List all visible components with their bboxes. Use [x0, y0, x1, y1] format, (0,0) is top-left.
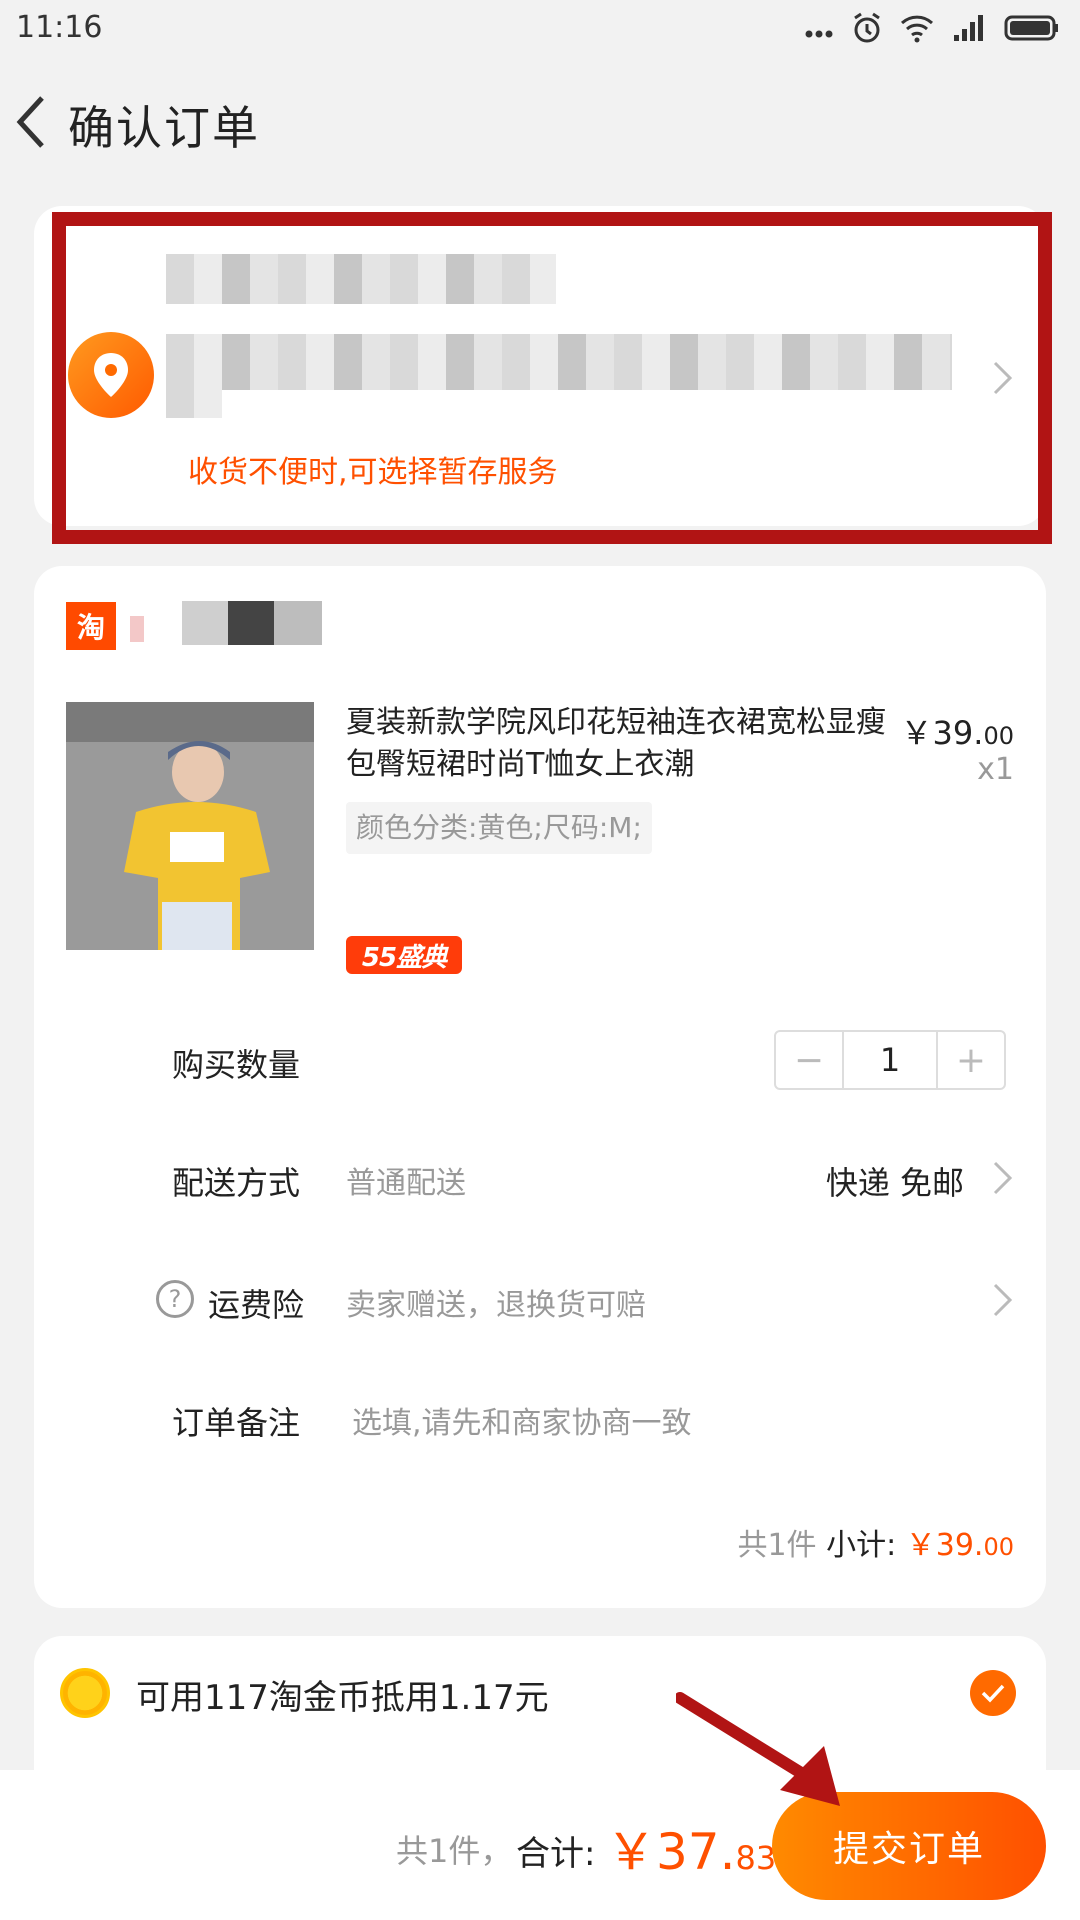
- subtotal-label: 小计:: [816, 1528, 906, 1563]
- note-label: 订单备注: [172, 1404, 301, 1442]
- chevron-right-icon[interactable]: [992, 1160, 1014, 1196]
- battery-icon: [1004, 15, 1058, 41]
- coin-icon: [60, 1668, 110, 1718]
- taobao-shop-icon: 淘: [66, 602, 116, 650]
- product-price-cents: 00: [983, 722, 1014, 750]
- subtotal-count: 共1件: [737, 1528, 817, 1563]
- product-price-main: ￥39.: [900, 714, 984, 752]
- insurance-value[interactable]: 卖家赠送，退换货可赔: [346, 1280, 646, 1324]
- arrow-annotation: [676, 1692, 840, 1806]
- product-sku[interactable]: 颜色分类:黄色;尺码:M;: [346, 802, 652, 854]
- coin-text: 可用117淘金币抵用1.17元: [136, 1678, 549, 1718]
- decrement-button[interactable]: −: [776, 1032, 842, 1088]
- alarm-icon: [854, 12, 880, 43]
- status-time: 11:16: [16, 10, 103, 45]
- page-title: 确认订单: [68, 101, 260, 155]
- back-icon[interactable]: [12, 92, 52, 152]
- status-icons: [804, 8, 1060, 48]
- total-amount: ￥37.83: [606, 1812, 776, 1884]
- product-title[interactable]: 夏装新款学院风印花短袖连衣裙宽松显瘦包臀短裙时尚T恤女上衣潮: [346, 702, 886, 786]
- product-image[interactable]: [66, 702, 314, 950]
- status-bar: 11:16: [0, 0, 1080, 56]
- total-count: 共1件，: [396, 1832, 513, 1870]
- promo-badge: 55盛典: [346, 936, 462, 974]
- wifi-icon: [900, 15, 934, 43]
- shop-name-redacted[interactable]: [182, 601, 322, 645]
- shipping-value[interactable]: 快递 免邮: [826, 1158, 964, 1204]
- product-price: ￥39.00: [901, 708, 1014, 754]
- product-quantity: x1: [977, 752, 1014, 787]
- subtotal: 共1件 小计: ￥39.00: [737, 1520, 1014, 1564]
- total-label: 合计:: [516, 1834, 596, 1874]
- signal-icon: [954, 15, 983, 41]
- increment-button[interactable]: +: [938, 1032, 1004, 1088]
- quantity-label: 购买数量: [172, 1046, 301, 1084]
- chevron-right-icon[interactable]: [992, 1282, 1014, 1318]
- more-dots-icon: [805, 30, 833, 38]
- quantity-value[interactable]: 1: [842, 1032, 938, 1088]
- quantity-stepper[interactable]: − 1 +: [774, 1030, 1006, 1090]
- insurance-label: 运费险: [208, 1286, 305, 1324]
- shop-name-redacted-small: [130, 616, 144, 642]
- highlight-box: [52, 212, 1052, 544]
- total-amount-main: ￥37.: [606, 1823, 736, 1881]
- help-icon[interactable]: ?: [156, 1280, 194, 1318]
- shipping-method[interactable]: 普通配送: [346, 1158, 466, 1202]
- nav-bar: 确认订单: [0, 56, 1080, 186]
- check-icon[interactable]: [970, 1670, 1016, 1716]
- shipping-label: 配送方式: [172, 1164, 301, 1202]
- total-amount-cents: 83: [735, 1839, 777, 1877]
- note-input[interactable]: 选填,请先和商家协商一致: [352, 1398, 692, 1442]
- subtotal-cents: 00: [983, 1533, 1014, 1561]
- subtotal-amount: ￥39.: [905, 1528, 984, 1563]
